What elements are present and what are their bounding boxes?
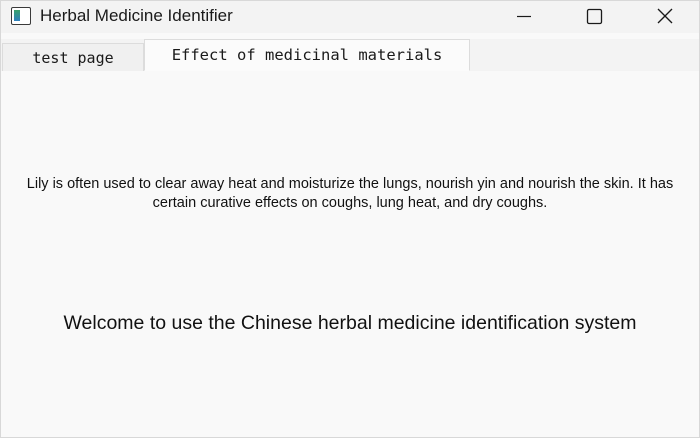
close-button[interactable] (641, 1, 687, 33)
maximize-icon (586, 8, 603, 25)
tab-test-page[interactable]: test page (2, 43, 144, 71)
app-window-icon (11, 7, 31, 25)
tab-bar: test page Effect of medicinal materials (1, 39, 699, 72)
app-icon-pane (14, 10, 20, 21)
title-bar[interactable]: Herbal Medicine Identifier (1, 1, 699, 33)
minimize-icon (517, 15, 531, 18)
app-window: Herbal Medicine Identifier test page Eff… (0, 0, 700, 438)
medicinal-effect-description: Lily is often used to clear away heat an… (26, 176, 674, 211)
minimize-button[interactable] (503, 1, 549, 33)
close-icon (657, 8, 673, 24)
window-title: Herbal Medicine Identifier (40, 6, 233, 25)
welcome-message: Welcome to use the Chinese herbal medici… (63, 312, 637, 334)
tab-content-panel: Lily is often used to clear away heat an… (1, 71, 699, 437)
tab-effect-of-medicinal-materials[interactable]: Effect of medicinal materials (144, 39, 470, 71)
maximize-button[interactable] (571, 1, 617, 33)
